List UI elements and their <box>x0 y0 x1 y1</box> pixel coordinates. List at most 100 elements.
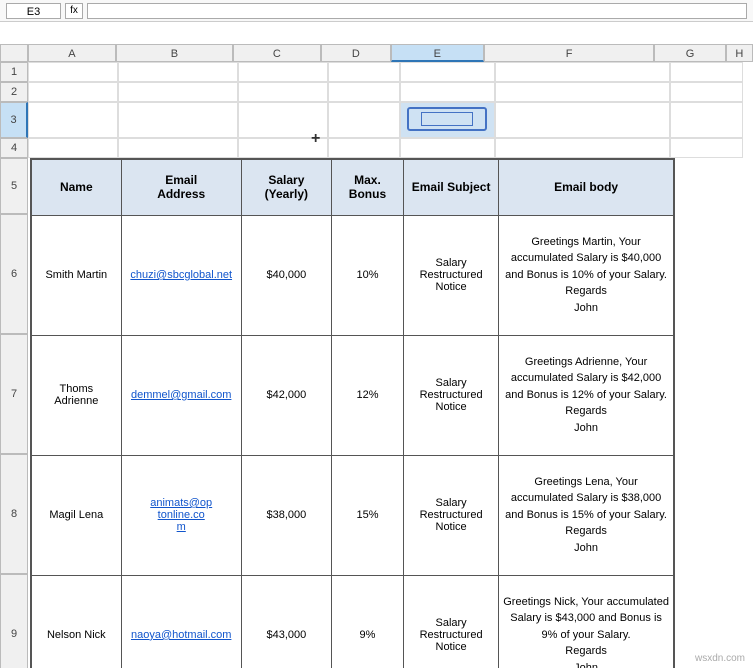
data-table: Name EmailAddress Salary(Yearly) Max.Bon… <box>30 158 675 668</box>
email-link-4[interactable]: naoya@hotmail.com <box>131 629 231 641</box>
cell-body-3: Greetings Lena, Your accumulated Salary … <box>499 455 674 575</box>
row-1 <box>28 62 753 82</box>
email-link-1[interactable]: chuzi@sbcglobal.net <box>130 269 232 281</box>
cell-f3[interactable] <box>495 102 670 138</box>
main-grid: 1 2 3 4 5 6 7 8 9 10 <box>0 62 753 668</box>
cell-b3[interactable] <box>118 102 238 138</box>
cell-bonus-3: 15% <box>331 455 403 575</box>
email-link-3[interactable]: animats@optonline.com <box>150 497 212 533</box>
cell-name-4: Nelson Nick <box>31 575 121 668</box>
th-bonus: Max.Bonus <box>331 159 403 215</box>
cell-email-1[interactable]: chuzi@sbcglobal.net <box>121 215 241 335</box>
th-name: Name <box>31 159 121 215</box>
cell-salary-1: $40,000 <box>241 215 331 335</box>
cell-a1[interactable] <box>28 62 118 82</box>
col-header-d[interactable]: D <box>321 44 391 62</box>
cell-bonus-1: 10% <box>331 215 403 335</box>
col-header-h[interactable]: H <box>726 44 753 62</box>
row-col-corner <box>0 44 28 62</box>
table-row: ThomsAdrienne demmel@gmail.com $42,000 1… <box>31 335 674 455</box>
row-num-5[interactable]: 5 <box>0 158 28 214</box>
table-row: Magil Lena animats@optonline.com $38,000… <box>31 455 674 575</box>
cursor-plus-icon: + <box>311 130 320 148</box>
cell-a4[interactable] <box>28 138 118 158</box>
cell-d3[interactable] <box>328 102 400 138</box>
cell-name-1: Smith Martin <box>31 215 121 335</box>
th-body: Email body <box>499 159 674 215</box>
row-2 <box>28 82 753 102</box>
name-box[interactable]: E3 <box>6 3 61 19</box>
cell-c2[interactable] <box>238 82 328 102</box>
th-subject: Email Subject <box>404 159 499 215</box>
cell-bonus-2: 12% <box>331 335 403 455</box>
cell-c1[interactable] <box>238 62 328 82</box>
cell-name-2: ThomsAdrienne <box>31 335 121 455</box>
formula-insert-btn[interactable]: fx <box>65 3 83 19</box>
spreadsheet-container: E3 fx A B C D E F G H 1 2 3 4 5 6 7 8 9 … <box>0 0 753 668</box>
col-header-f[interactable]: F <box>484 44 655 62</box>
formula-bar-area: E3 fx <box>0 0 753 44</box>
data-table-wrapper: Name EmailAddress Salary(Yearly) Max.Bon… <box>28 158 753 668</box>
table-row: Smith Martin chuzi@sbcglobal.net $40,000… <box>31 215 674 335</box>
cell-f2[interactable] <box>495 82 670 102</box>
cell-d2[interactable] <box>328 82 400 102</box>
cell-d1[interactable] <box>328 62 400 82</box>
cell-g3[interactable] <box>670 102 743 138</box>
cell-email-4[interactable]: naoya@hotmail.com <box>121 575 241 668</box>
cell-e1[interactable] <box>400 62 495 82</box>
cell-salary-4: $43,000 <box>241 575 331 668</box>
column-headers: A B C D E F G H <box>0 44 753 62</box>
cell-subject-1: SalaryRestructuredNotice <box>404 215 499 335</box>
cell-g4[interactable] <box>670 138 743 158</box>
cell-subject-4: SalaryRestructuredNotice <box>404 575 499 668</box>
col-header-c[interactable]: C <box>233 44 321 62</box>
th-salary: Salary(Yearly) <box>241 159 331 215</box>
email-link-2[interactable]: demmel@gmail.com <box>131 389 231 401</box>
cell-bonus-4: 9% <box>331 575 403 668</box>
cell-b2[interactable] <box>118 82 238 102</box>
watermark: wsxdn.com <box>695 653 745 664</box>
col-header-g[interactable]: G <box>654 44 725 62</box>
cell-e2[interactable] <box>400 82 495 102</box>
floating-button[interactable] <box>407 107 487 131</box>
cell-email-3[interactable]: animats@optonline.com <box>121 455 241 575</box>
cells-area: + Name EmailAddress <box>28 62 753 668</box>
cell-name-3: Magil Lena <box>31 455 121 575</box>
cell-body-4: Greetings Nick, Your accumulated Salary … <box>499 575 674 668</box>
cell-g2[interactable] <box>670 82 743 102</box>
row-num-6[interactable]: 6 <box>0 214 28 334</box>
cell-salary-2: $42,000 <box>241 335 331 455</box>
cell-email-2[interactable]: demmel@gmail.com <box>121 335 241 455</box>
cell-d4[interactable] <box>328 138 400 158</box>
col-header-a[interactable]: A <box>28 44 116 62</box>
cell-body-2: Greetings Adrienne, Your accumulated Sal… <box>499 335 674 455</box>
row-3: + <box>28 102 753 138</box>
formula-input[interactable] <box>87 3 747 19</box>
cell-b1[interactable] <box>118 62 238 82</box>
th-email: EmailAddress <box>121 159 241 215</box>
cell-f1[interactable] <box>495 62 670 82</box>
row-num-3[interactable]: 3 <box>0 102 28 138</box>
cell-a2[interactable] <box>28 82 118 102</box>
cell-body-1: Greetings Martin, Your accumulated Salar… <box>499 215 674 335</box>
cell-subject-2: SalaryRestructuredNotice <box>404 335 499 455</box>
row-num-8[interactable]: 8 <box>0 454 28 574</box>
cell-b4[interactable] <box>118 138 238 158</box>
cell-f4[interactable] <box>495 138 670 158</box>
row-num-7[interactable]: 7 <box>0 334 28 454</box>
col-header-b[interactable]: B <box>116 44 233 62</box>
row-num-1[interactable]: 1 <box>0 62 28 82</box>
col-header-e[interactable]: E <box>391 44 484 62</box>
row-num-9[interactable]: 9 <box>0 574 28 668</box>
cell-a3[interactable] <box>28 102 118 138</box>
inner-button-rect <box>421 112 473 126</box>
table-header-row: Name EmailAddress Salary(Yearly) Max.Bon… <box>31 159 674 215</box>
cell-g1[interactable] <box>670 62 743 82</box>
row-num-4[interactable]: 4 <box>0 138 28 158</box>
row-numbers: 1 2 3 4 5 6 7 8 9 10 <box>0 62 28 668</box>
row-num-2[interactable]: 2 <box>0 82 28 102</box>
cell-e3[interactable] <box>400 102 495 138</box>
row-4 <box>28 138 753 158</box>
cell-subject-3: SalaryRestructuredNotice <box>404 455 499 575</box>
cell-e4[interactable] <box>400 138 495 158</box>
